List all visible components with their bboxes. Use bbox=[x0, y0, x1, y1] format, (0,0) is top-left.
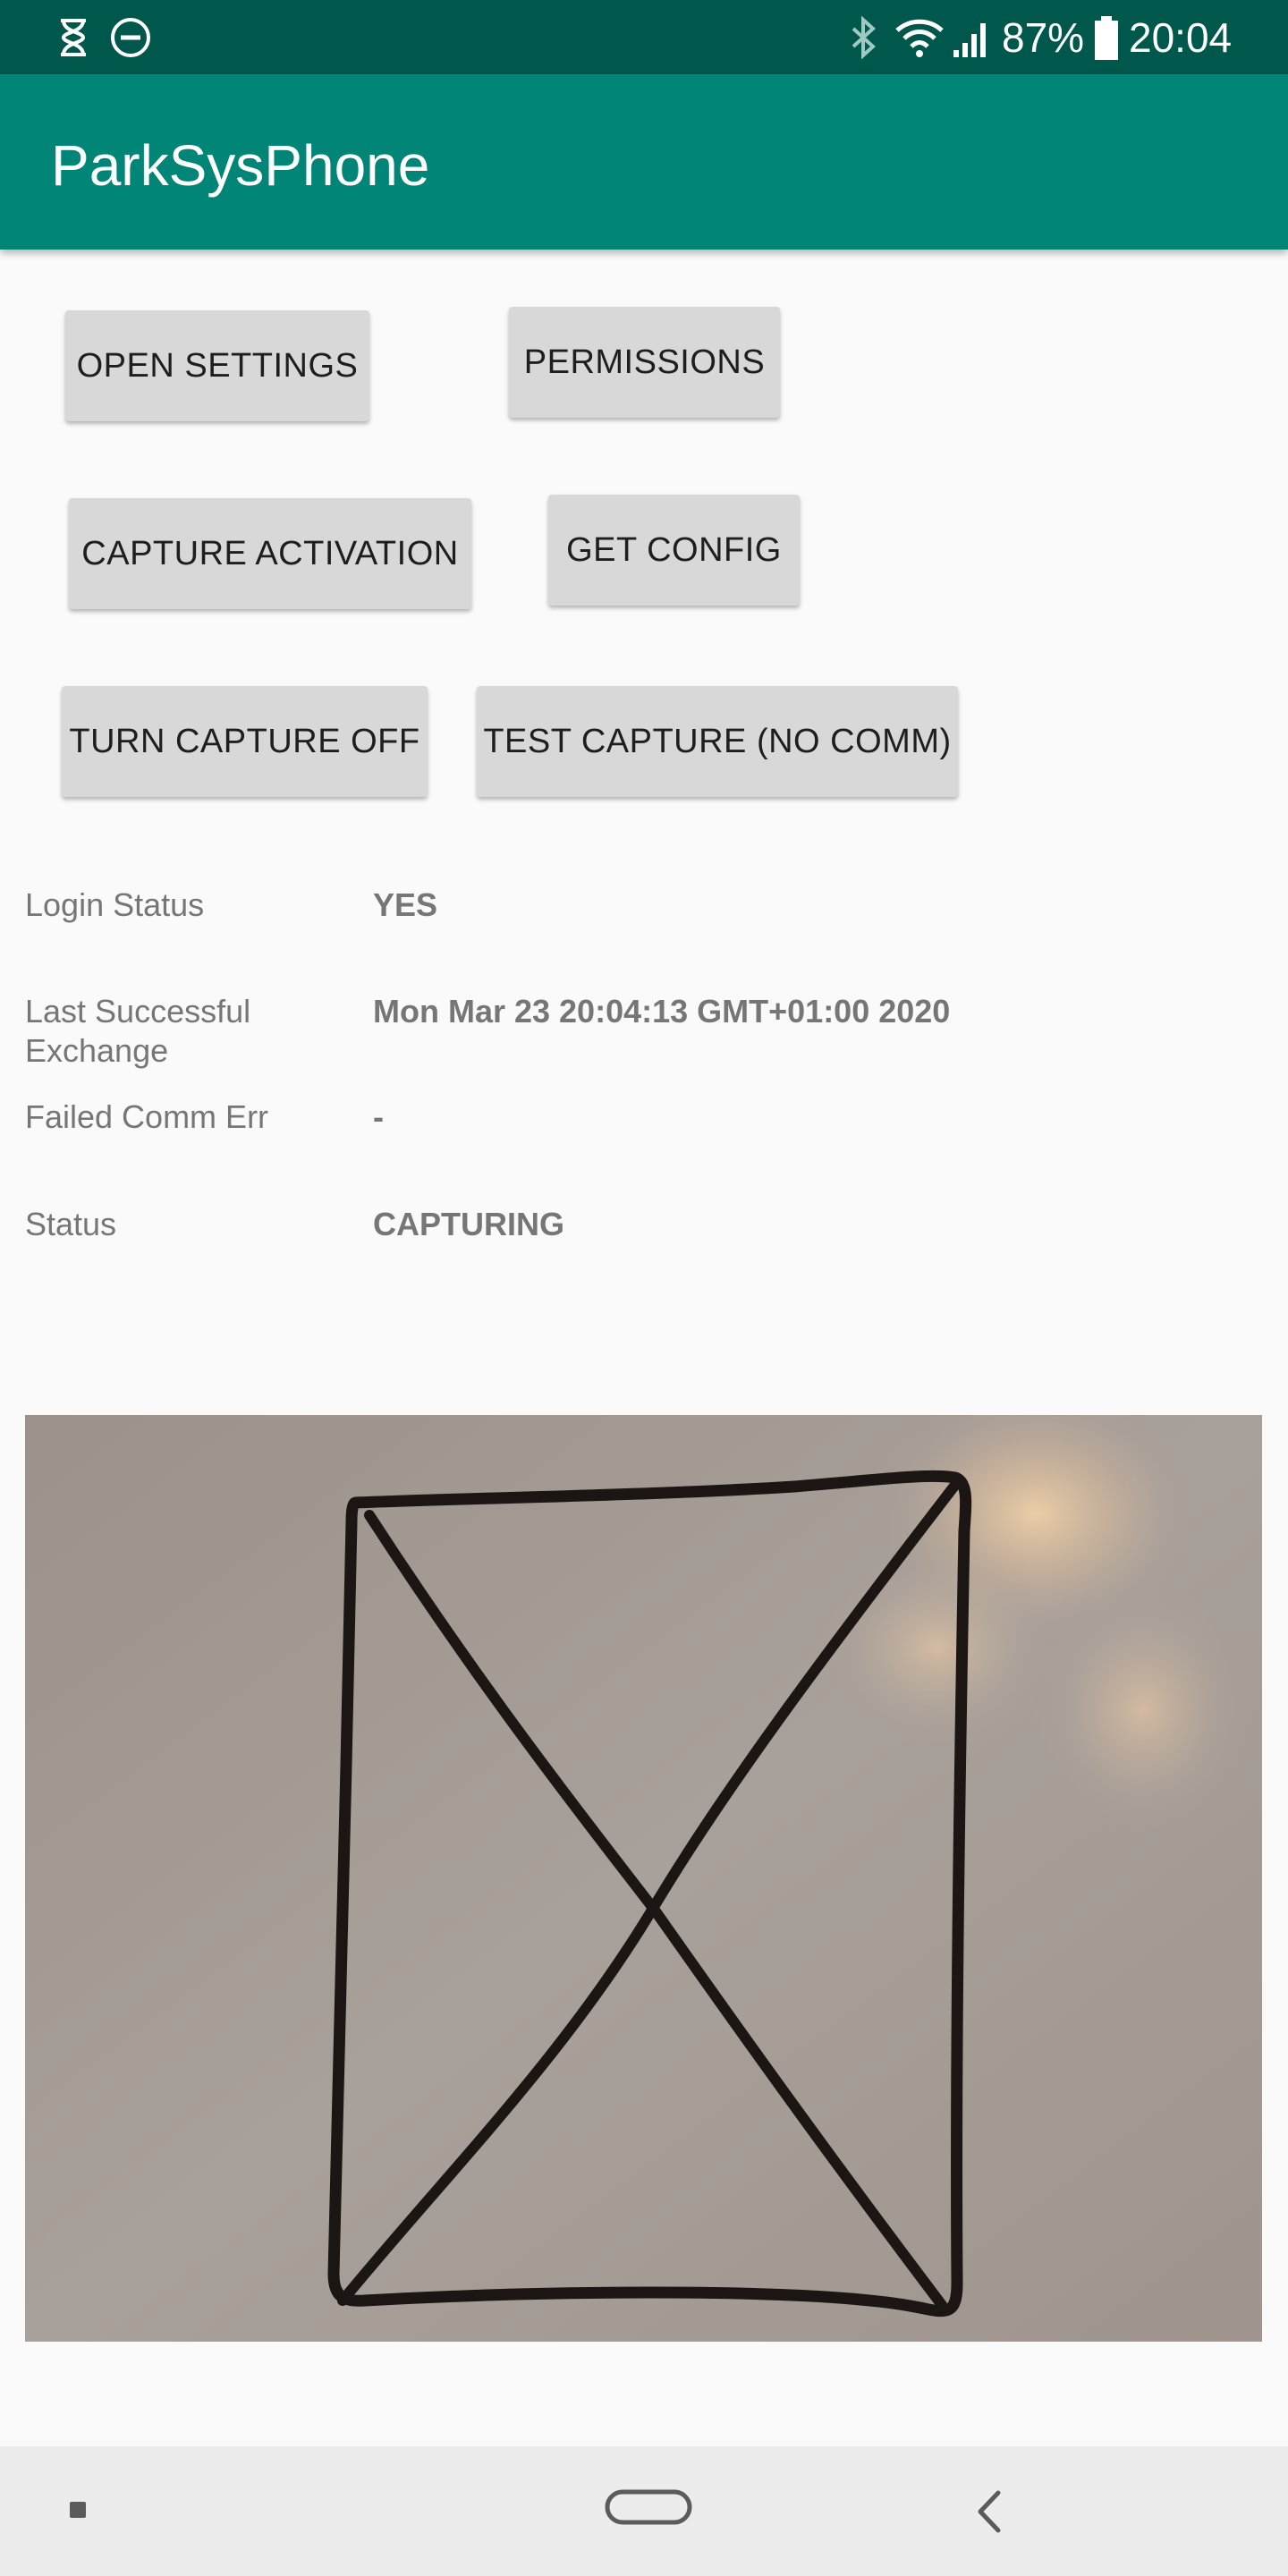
battery-icon bbox=[1095, 16, 1118, 60]
wifi-icon bbox=[895, 19, 944, 57]
last-exchange-label-line1: Last Successful bbox=[25, 993, 251, 1030]
hourglass-icon bbox=[61, 19, 86, 56]
status-bar: 87% 20:04 bbox=[0, 0, 1288, 74]
navigation-bar bbox=[0, 2446, 1288, 2576]
open-settings-button[interactable]: OPEN SETTINGS bbox=[65, 310, 369, 421]
battery-percent: 87% bbox=[1002, 14, 1085, 61]
failed-comm-label: Failed Comm Err bbox=[25, 1098, 269, 1135]
last-exchange-label-line2: Exchange bbox=[25, 1032, 169, 1069]
do-not-disturb-icon bbox=[111, 18, 150, 57]
capture-activation-button[interactable]: CAPTURE ACTIVATION bbox=[69, 498, 471, 609]
status-label: Status bbox=[25, 1206, 117, 1242]
login-status-value: YES bbox=[373, 886, 438, 923]
app-bar: ParkSysPhone bbox=[0, 74, 1288, 250]
failed-comm-value: - bbox=[373, 1098, 384, 1135]
test-capture-button[interactable]: TEST CAPTURE (NO COMM) bbox=[477, 686, 958, 797]
app-title: ParkSysPhone bbox=[51, 133, 430, 198]
clock: 20:04 bbox=[1129, 14, 1233, 61]
signal-icon bbox=[953, 23, 986, 57]
back-icon[interactable] bbox=[975, 2489, 1004, 2534]
home-icon[interactable] bbox=[605, 2489, 692, 2527]
status-value: CAPTURING bbox=[373, 1206, 564, 1242]
recent-apps-icon[interactable] bbox=[68, 2500, 88, 2520]
last-exchange-value: Mon Mar 23 20:04:13 GMT+01:00 2020 bbox=[373, 993, 951, 1030]
login-status-label: Login Status bbox=[25, 886, 205, 923]
bluetooth-icon bbox=[852, 16, 876, 59]
turn-capture-off-button[interactable]: TURN CAPTURE OFF bbox=[62, 686, 428, 797]
camera-preview-image bbox=[25, 1415, 1262, 2342]
permissions-button[interactable]: PERMISSIONS bbox=[509, 307, 780, 418]
camera-preview bbox=[25, 1415, 1262, 2342]
get-config-button[interactable]: GET CONFIG bbox=[548, 495, 800, 606]
